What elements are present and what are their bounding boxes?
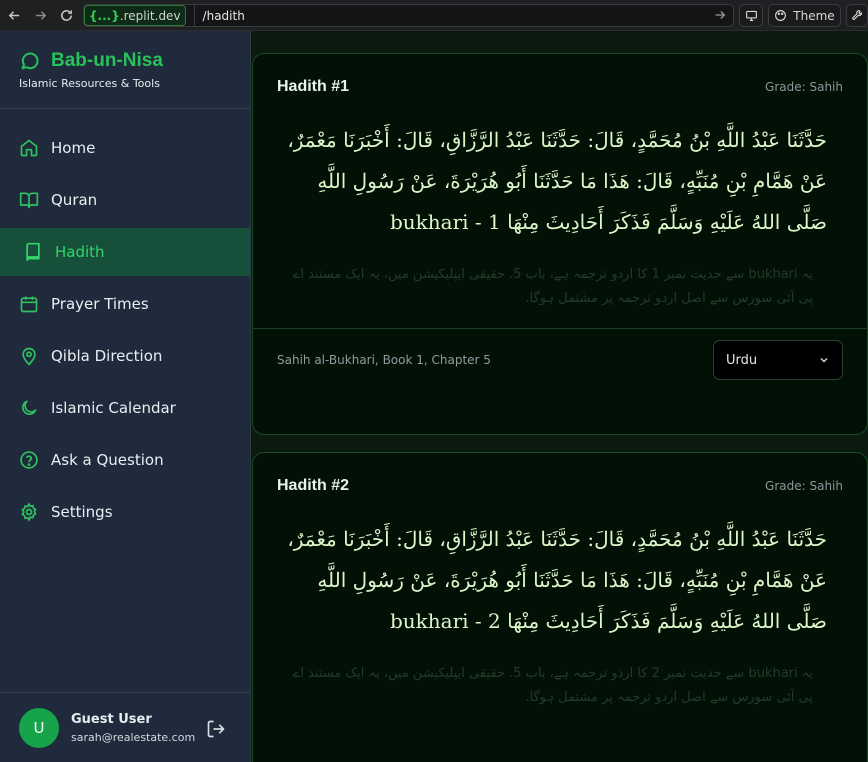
sidebar-item-label: Qibla Direction <box>51 347 163 365</box>
address-bar[interactable]: {...} .replit.dev /hadith <box>83 4 734 27</box>
sidebar-item-label: Ask a Question <box>51 451 164 469</box>
hadith-grade: Grade: Sahih <box>765 479 843 493</box>
tools-button[interactable] <box>846 4 868 27</box>
brand-title[interactable]: Bab-un-Nisa <box>51 50 163 72</box>
domain-brace: {...} <box>89 8 120 23</box>
sidebar-item-label: Quran <box>51 191 98 209</box>
hadith-list: Hadith #1 Grade: Sahih حَدَّثَنَا عَبْدُ… <box>251 31 868 762</box>
hadith-translation: یہ bukhari سے حدیث نمبر 1 کا اردو ترجمہ … <box>292 267 813 306</box>
book-open-icon <box>19 190 39 210</box>
hadith-grade: Grade: Sahih <box>765 80 843 94</box>
book-icon <box>23 242 43 262</box>
domain-pill[interactable]: {...} .replit.dev <box>84 5 186 26</box>
help-circle-icon <box>19 450 39 470</box>
hadith-arabic-text: حَدَّثَنَا عَبْدُ اللَّهِ بْنُ مُحَمَّدٍ… <box>287 128 827 234</box>
screen-icon <box>745 10 757 21</box>
hadith-title: Hadith #1 <box>277 78 350 95</box>
sidebar-item-home[interactable]: Home <box>0 124 250 172</box>
back-icon[interactable] <box>2 3 26 27</box>
sidebar-item-ask-a-question[interactable]: Ask a Question <box>0 436 250 484</box>
user-profile: U Guest User sarah@realestate.com <box>0 692 250 762</box>
hadith-title: Hadith #2 <box>277 477 350 494</box>
language-select[interactable]: Urdu <box>713 340 843 380</box>
theme-button[interactable]: Theme <box>768 4 841 27</box>
sidebar-item-quran[interactable]: Quran <box>0 176 250 224</box>
sidebar-item-label: Prayer Times <box>51 295 149 313</box>
sidebar-item-hadith[interactable]: Hadith <box>0 228 250 276</box>
domain-text: .replit.dev <box>119 8 181 23</box>
reload-icon[interactable] <box>54 3 78 27</box>
sidebar-item-qibla-direction[interactable]: Qibla Direction <box>0 332 250 380</box>
hadith-card: Hadith #2 Grade: Sahih حَدَّثَنَا عَبْدُ… <box>252 452 868 762</box>
url-path[interactable]: /hadith <box>193 5 245 26</box>
gear-icon <box>19 502 39 522</box>
browser-toolbar: {...} .replit.dev /hadith Theme <box>0 0 868 31</box>
forward-icon[interactable] <box>28 3 52 27</box>
sidebar-item-label: Home <box>51 139 96 157</box>
hadith-translation: یہ bukhari سے حدیث نمبر 2 کا اردو ترجمہ … <box>292 666 813 705</box>
user-name: Guest User <box>71 711 152 727</box>
hadith-card: Hadith #1 Grade: Sahih حَدَّثَنَا عَبْدُ… <box>252 53 868 435</box>
chevron-down-icon <box>820 357 828 363</box>
wrench-icon <box>851 10 862 21</box>
sidebar-item-label: Settings <box>51 503 113 521</box>
sidebar-nav: Home Quran Hadith Prayer Times Qibla Dir… <box>0 109 250 536</box>
sidebar-item-label: Islamic Calendar <box>51 399 176 417</box>
brand-subtitle: Islamic Resources & Tools <box>19 77 160 90</box>
avatar[interactable]: U <box>19 707 59 748</box>
map-pin-icon <box>19 346 39 366</box>
home-icon <box>19 138 39 158</box>
sidebar-item-islamic-calendar[interactable]: Islamic Calendar <box>0 384 250 432</box>
logout-icon[interactable] <box>206 719 226 739</box>
open-arrow-icon[interactable] <box>713 8 727 22</box>
sidebar: Bab-un-Nisa Islamic Resources & Tools Ho… <box>0 31 251 762</box>
sidebar-item-label: Hadith <box>55 243 105 261</box>
chat-bubble-icon <box>21 52 39 70</box>
theme-label: Theme <box>793 8 835 23</box>
devtools-button[interactable] <box>739 4 763 27</box>
hadith-source: Sahih al-Bukhari, Book 1, Chapter 5 <box>277 353 491 367</box>
sidebar-item-prayer-times[interactable]: Prayer Times <box>0 280 250 328</box>
hadith-arabic-text: حَدَّثَنَا عَبْدُ اللَّهِ بْنُ مُحَمَّدٍ… <box>287 527 827 633</box>
moon-icon <box>19 398 39 418</box>
sidebar-item-settings[interactable]: Settings <box>0 488 250 536</box>
calendar-icon <box>19 294 39 314</box>
brand-header: Bab-un-Nisa Islamic Resources & Tools <box>0 31 250 109</box>
language-value: Urdu <box>726 352 758 368</box>
palette-icon <box>775 10 787 21</box>
user-email: sarah@realestate.com <box>71 730 196 744</box>
